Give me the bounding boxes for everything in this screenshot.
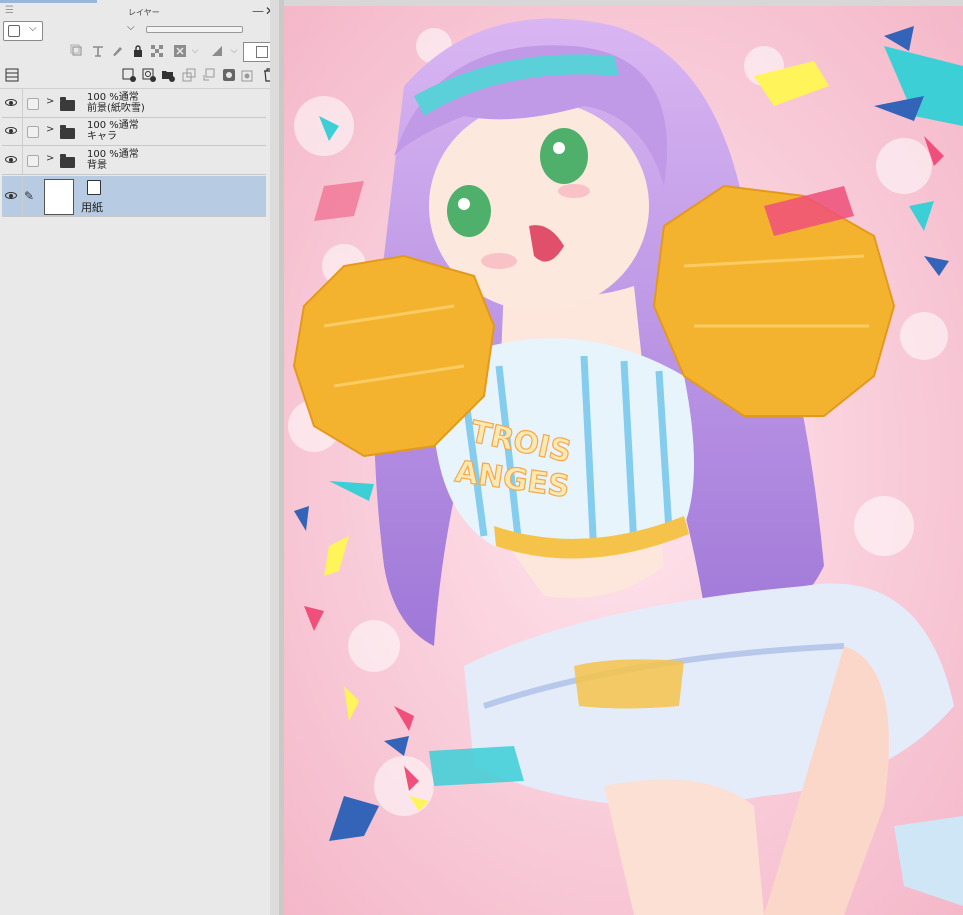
- mask-enable-icon[interactable]: [173, 44, 187, 58]
- pencil-icon: ✎: [24, 189, 35, 203]
- clip-to-layer-below-icon[interactable]: [70, 44, 84, 58]
- layer-column-divider: [22, 118, 23, 145]
- layer-blend-label: 100 %通常: [87, 120, 139, 131]
- drawing-canvas[interactable]: TROIS ANGES: [284, 6, 963, 915]
- new-vector-layer-icon[interactable]: [142, 68, 156, 82]
- chevron-down-icon: ⌵: [29, 23, 37, 34]
- apply-mask-icon[interactable]: [241, 68, 255, 82]
- layer-color-dropdown[interactable]: ⌵: [3, 21, 43, 41]
- layer-thumbnail: [44, 179, 74, 215]
- layer-property-row: ⌵ ⌵: [3, 21, 279, 41]
- chevron-down-icon[interactable]: ⌵: [188, 44, 202, 58]
- chevron-down-icon[interactable]: ⌵: [227, 44, 241, 58]
- layer-blend-label: 100 %通常: [87, 149, 139, 160]
- chevron-right-icon[interactable]: >: [46, 96, 54, 107]
- layer-name: 用紙: [81, 201, 103, 214]
- eye-icon[interactable]: [5, 126, 19, 136]
- panel-tab-indicator: [0, 0, 97, 3]
- folder-icon: [60, 97, 75, 111]
- panel-title: レイヤー: [128, 8, 160, 17]
- layer-panel: ☰ レイヤー — ✕ ⌵ ⌵ ⌵: [0, 0, 279, 915]
- layer-column-divider: [22, 89, 23, 117]
- combine-with-layer-below-icon[interactable]: [201, 68, 215, 82]
- folder-icon: [60, 125, 75, 139]
- chevron-down-icon: ⌵: [127, 22, 135, 33]
- layer-name: 前景(紙吹雪): [87, 103, 145, 114]
- layer-lock-toolbar: ⌵ ⌵: [0, 42, 279, 62]
- layer-row[interactable]: > 100 %通常 前景(紙吹雪): [2, 89, 266, 118]
- lock-toggle-icon[interactable]: [27, 98, 39, 110]
- opacity-slider[interactable]: [146, 26, 243, 33]
- eye-icon[interactable]: [5, 155, 19, 165]
- layer-panel-titlebar: ☰ レイヤー — ✕: [0, 4, 279, 20]
- minimize-icon[interactable]: —: [252, 4, 264, 18]
- canvas-illustration: TROIS ANGES: [284, 6, 963, 915]
- layer-column-divider: [22, 176, 23, 216]
- layer-name: 背景: [87, 160, 107, 171]
- lock-transparent-pixels-icon[interactable]: [150, 44, 164, 58]
- layer-action-toolbar: [0, 65, 279, 85]
- eye-icon[interactable]: [5, 191, 19, 201]
- blend-mode-dropdown[interactable]: ⌵: [45, 21, 143, 39]
- layer-row[interactable]: > 100 %通常 キャラ: [2, 118, 266, 146]
- folder-icon: [60, 154, 75, 168]
- layer-name: キャラ: [87, 131, 117, 142]
- paper-layer-icon: [87, 180, 101, 195]
- lock-icon[interactable]: [131, 44, 145, 58]
- lock-toggle-icon[interactable]: [27, 126, 39, 138]
- panel-menu-icon[interactable]: ☰: [5, 6, 14, 16]
- new-raster-layer-icon[interactable]: [122, 68, 136, 82]
- chevron-right-icon[interactable]: >: [46, 124, 54, 135]
- layer-column-divider: [22, 146, 23, 174]
- new-folder-icon[interactable]: [161, 68, 175, 82]
- layer-blend-label: 100 %通常: [87, 92, 139, 103]
- panel-scrollbar[interactable]: [270, 0, 279, 915]
- draft-layer-icon[interactable]: [110, 44, 124, 58]
- layer-row[interactable]: > 100 %通常 背景: [2, 146, 266, 175]
- reference-layer-icon[interactable]: [91, 44, 105, 58]
- lock-toggle-icon[interactable]: [27, 155, 39, 167]
- transfer-to-lower-layer-icon[interactable]: [182, 68, 196, 82]
- layer-color-swatch-icon: [8, 25, 20, 37]
- layer-list-icon[interactable]: [5, 68, 19, 82]
- eye-icon[interactable]: [5, 98, 19, 108]
- ruler-show-icon[interactable]: [210, 44, 224, 58]
- chevron-right-icon[interactable]: >: [46, 153, 54, 164]
- layer-row-selected[interactable]: ✎ 用紙: [2, 176, 266, 217]
- layer-mask-icon[interactable]: [222, 68, 236, 82]
